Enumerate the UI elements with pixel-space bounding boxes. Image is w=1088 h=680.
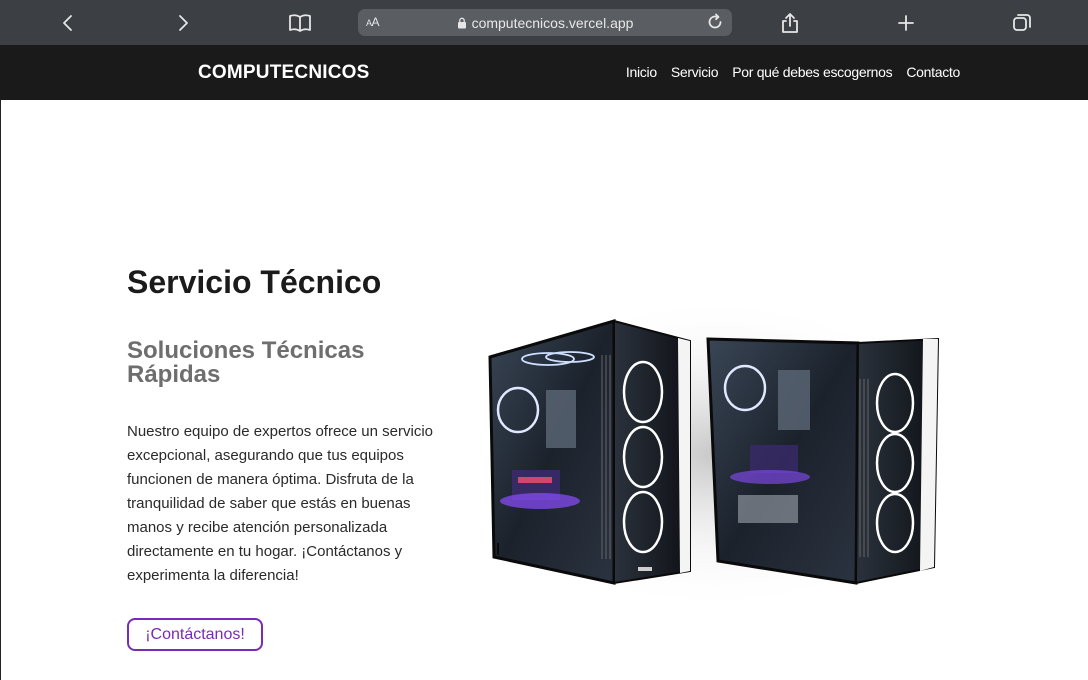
forward-icon[interactable] [168, 8, 198, 38]
page-border [0, 100, 1, 680]
hero-description: Nuestro equipo de expertos ofrece un ser… [127, 423, 434, 584]
url-text: computecnicos.vercel.app [471, 14, 634, 31]
page-title: Servicio Técnico [127, 264, 382, 300]
pc-case-left [488, 319, 691, 585]
pc-cases-image [468, 295, 964, 613]
pc-case-right [706, 337, 940, 585]
brand-logo[interactable]: COMPUTECNICOS [198, 62, 370, 84]
reload-icon[interactable] [702, 7, 728, 37]
nav-link-inicio[interactable]: Inicio [626, 64, 657, 80]
lock-icon [457, 17, 466, 28]
site-navbar: COMPUTECNICOS Inicio Servicio Por qué de… [0, 45, 1088, 100]
new-tab-icon[interactable] [891, 8, 921, 38]
bookmarks-icon[interactable] [285, 8, 315, 38]
address-bar[interactable]: AA computecnicos.vercel.app [358, 9, 732, 36]
browser-toolbar: AA computecnicos.vercel.app [0, 0, 1088, 45]
nav-link-servicio[interactable]: Servicio [671, 64, 719, 80]
nav-link-por-que[interactable]: Por qué debes escogernos [732, 64, 892, 80]
nav-link-contacto[interactable]: Contacto [906, 64, 960, 80]
tabs-overview-icon[interactable] [1007, 8, 1037, 38]
back-icon[interactable] [53, 8, 83, 38]
contact-button[interactable]: ¡Contáctanos! [127, 618, 263, 651]
share-icon[interactable] [775, 8, 805, 38]
hero-subtitle: Soluciones Técnicas Rápidas [127, 337, 365, 388]
nav-links: Inicio Servicio Por qué debes escogernos… [626, 64, 960, 80]
